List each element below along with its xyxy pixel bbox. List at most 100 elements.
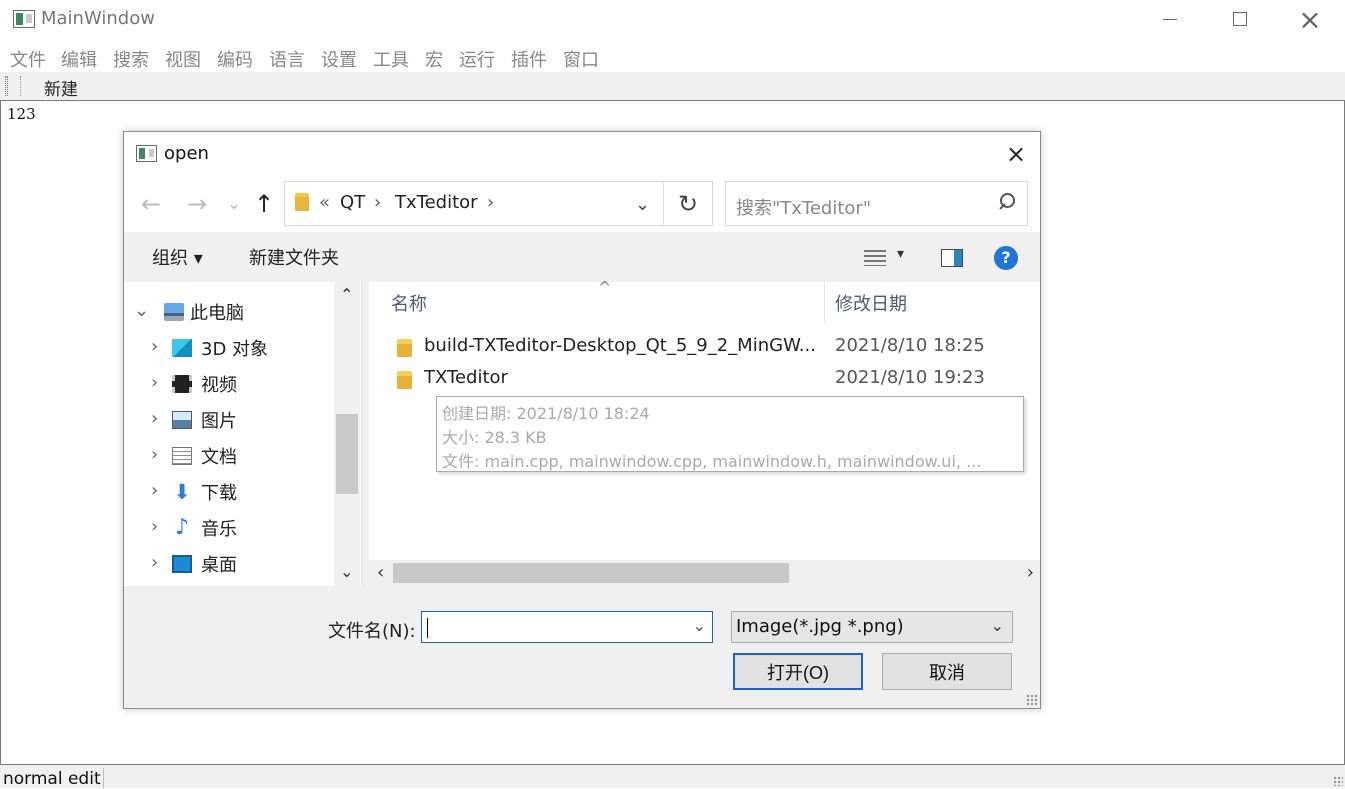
address-bar[interactable]: « QT › TxTeditor › ⌄ [284, 181, 713, 226]
editor-content[interactable]: 123 [7, 105, 36, 123]
scroll-right-icon[interactable]: › [1027, 562, 1034, 583]
breadcrumb-txteditor[interactable]: TxTeditor [395, 192, 478, 213]
column-date-header[interactable]: 修改日期 [835, 290, 907, 332]
refresh-icon: ↻ [677, 189, 699, 218]
menu-language[interactable]: 语言 [269, 46, 305, 72]
menu-run[interactable]: 运行 [459, 46, 495, 72]
scroll-left-icon[interactable]: ‹ [377, 562, 384, 583]
menu-edit[interactable]: 编辑 [61, 46, 97, 72]
tree-item-videos[interactable]: › 视频 [124, 368, 354, 402]
column-name-header[interactable]: 名称 [391, 290, 427, 332]
tree-item-downloads[interactable]: › ⬇ 下载 [124, 476, 354, 510]
view-options-icon[interactable] [864, 250, 886, 266]
tree-item-desktop[interactable]: › 桌面 [124, 548, 354, 582]
status-text: normal edit [3, 769, 101, 789]
chevron-right-icon[interactable]: › [151, 372, 158, 393]
preview-pane-icon[interactable] [941, 249, 963, 267]
refresh-button[interactable]: ↻ [663, 181, 713, 226]
file-name: build-TXTeditor-Desktop_Qt_5_9_2_MinGW..… [424, 335, 816, 356]
file-row-build-folder[interactable]: build-TXTeditor-Desktop_Qt_5_9_2_MinGW..… [369, 334, 1040, 364]
new-button[interactable]: 新建 [44, 75, 78, 100]
help-icon[interactable]: ? [994, 246, 1018, 270]
chevron-right-icon[interactable]: › [151, 444, 158, 465]
toolbar-grip[interactable] [5, 76, 8, 96]
navigation-scrollbar[interactable]: ⌃ ⌄ [334, 282, 360, 586]
new-folder-button[interactable]: 新建文件夹 [249, 244, 339, 270]
search-icon[interactable] [999, 193, 1015, 211]
tree-item-music[interactable]: › ♪ 音乐 [124, 512, 354, 546]
menu-bar: 文件 编辑 搜索 视图 编码 语言 设置 工具 宏 运行 插件 窗口 [0, 42, 1345, 72]
app-icon [13, 10, 35, 28]
dialog-resize-grip[interactable] [1026, 694, 1038, 706]
column-separator[interactable] [824, 282, 825, 322]
tree-item-pictures[interactable]: › 图片 [124, 404, 354, 438]
navigation-pane: ⌄ 此电脑 › 3D 对象 › 视频 › 图片 › 文档 › ⬇ 下载 › ♪ … [124, 282, 362, 586]
window-title: MainWindow [41, 8, 155, 29]
cube-icon [172, 339, 192, 357]
menu-macro[interactable]: 宏 [425, 46, 443, 72]
chevron-right-icon[interactable]: › [151, 480, 158, 501]
menu-encoding[interactable]: 编码 [217, 46, 253, 72]
file-list-horizontal-scrollbar[interactable]: ‹ › [369, 560, 1040, 586]
tree-item-3d-objects[interactable]: › 3D 对象 [124, 332, 354, 366]
address-dropdown-arrow[interactable]: ⌄ [635, 194, 650, 215]
breadcrumb-qt[interactable]: QT [340, 192, 365, 213]
menu-view[interactable]: 视图 [165, 46, 201, 72]
filename-combobox[interactable]: ⌄ [421, 611, 713, 643]
minimize-button[interactable] [1135, 0, 1205, 38]
menu-window[interactable]: 窗口 [563, 46, 599, 72]
up-folder-button[interactable]: ↑ [254, 190, 274, 218]
filename-input[interactable] [425, 614, 680, 640]
scroll-up-icon[interactable]: ⌃ [340, 285, 353, 304]
chevron-right-icon[interactable]: › [151, 552, 158, 573]
chevron-down-icon[interactable]: ⌄ [991, 616, 1004, 635]
back-button[interactable]: ← [141, 190, 161, 218]
organize-menu[interactable]: 组织 ▾ [152, 244, 203, 270]
scroll-thumb[interactable] [393, 563, 789, 583]
scroll-thumb[interactable] [336, 414, 358, 494]
tree-label: 音乐 [201, 519, 237, 540]
breadcrumb-overflow[interactable]: « [319, 192, 330, 213]
close-icon: × [1298, 2, 1322, 36]
minimize-icon [1163, 18, 1177, 20]
open-button[interactable]: 打开(O) [733, 653, 863, 690]
file-type-value: Image(*.jpg *.png) [736, 616, 904, 637]
resize-grip[interactable] [1333, 776, 1343, 786]
chevron-down-icon[interactable]: ⌄ [693, 616, 706, 635]
scroll-down-icon[interactable]: ⌄ [340, 562, 353, 581]
document-icon [172, 447, 192, 465]
close-icon: × [1005, 140, 1027, 168]
chevron-right-icon[interactable]: › [151, 336, 158, 357]
menu-tools[interactable]: 工具 [373, 46, 409, 72]
menu-plugins[interactable]: 插件 [511, 46, 547, 72]
tree-label: 图片 [201, 411, 237, 432]
file-type-select[interactable]: Image(*.jpg *.png) ⌄ [731, 611, 1013, 643]
folder-icon [295, 193, 309, 211]
menu-file[interactable]: 文件 [10, 46, 46, 72]
close-button[interactable]: × [1275, 0, 1345, 38]
maximize-button[interactable] [1205, 0, 1275, 38]
tree-label: 文档 [201, 447, 237, 468]
chevron-right-icon[interactable]: › [151, 408, 158, 429]
folder-icon [397, 371, 412, 389]
cancel-button[interactable]: 取消 [882, 653, 1012, 690]
picture-icon [172, 411, 192, 429]
tree-item-documents[interactable]: › 文档 [124, 440, 354, 474]
file-row-txteditor-folder[interactable]: TXTeditor 2021/8/10 19:23 [369, 366, 1040, 396]
dialog-close-button[interactable]: × [996, 140, 1036, 168]
recent-locations-button[interactable]: ⌄ [227, 194, 241, 214]
tree-label: 下载 [201, 483, 237, 504]
computer-icon [164, 303, 184, 321]
view-dropdown[interactable]: ▾ [897, 246, 904, 262]
chevron-right-icon[interactable]: › [151, 516, 158, 537]
breadcrumb-separator: › [374, 192, 382, 213]
tooltip-created: 创建日期: 2021/8/10 18:24 [442, 404, 650, 423]
search-box[interactable]: 搜索"TxTeditor" [725, 181, 1028, 226]
search-placeholder: 搜索"TxTeditor" [736, 198, 872, 219]
forward-button[interactable]: → [187, 190, 207, 218]
chevron-down-icon[interactable]: ⌄ [134, 300, 149, 321]
menu-settings[interactable]: 设置 [321, 46, 357, 72]
tree-item-this-pc[interactable]: ⌄ 此电脑 [124, 296, 354, 330]
menu-search[interactable]: 搜索 [113, 46, 149, 72]
maximize-icon [1233, 12, 1247, 26]
